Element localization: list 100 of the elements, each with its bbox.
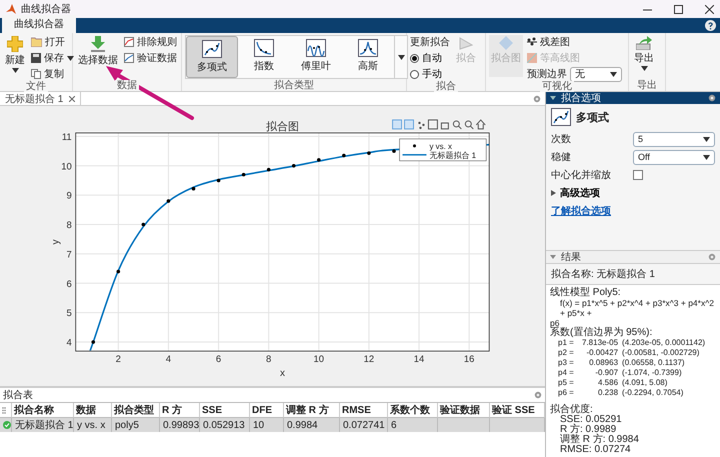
coefficient-value: 4.586 <box>597 378 618 388</box>
panel-title: 拟合表 <box>3 388 33 402</box>
home-icon[interactable] <box>476 119 486 130</box>
column-header[interactable]: 拟合类型 <box>112 403 160 418</box>
dropdown-field[interactable]: Off <box>633 150 715 164</box>
scatter-icon <box>527 37 537 47</box>
section-label: 拟合类型 <box>272 80 316 91</box>
collapse-icon[interactable] <box>550 255 556 259</box>
column-header[interactable]: 验证 SSE <box>490 403 545 418</box>
legend-label: y vs. x <box>429 142 452 151</box>
coefficient-value: -0.907 <box>594 368 618 378</box>
chart-icon <box>124 53 134 63</box>
axis-tick-label: 4 <box>66 338 72 348</box>
column-header[interactable]: 调整 R 方 <box>284 403 340 418</box>
settings-icon[interactable] <box>708 94 716 102</box>
residuals-button[interactable]: 残差图 <box>527 35 622 49</box>
prediction-bounds-label: 预测边界 <box>527 68 567 80</box>
column-header[interactable]: 拟合名称 <box>12 403 74 418</box>
fit-type-option[interactable]: 多项式 <box>186 36 238 78</box>
open-button[interactable]: 打开 <box>31 35 74 49</box>
coefficient-name: p3 = <box>558 358 575 368</box>
zoom-icon[interactable] <box>464 120 474 130</box>
field-label: 中心化并缩放 <box>551 168 612 182</box>
statistic-text: RMSE: 0.07274 <box>559 445 632 455</box>
column-header[interactable]: 数据 <box>74 403 112 418</box>
point <box>116 270 120 274</box>
axis-tick-label: 8 <box>66 220 72 232</box>
axis-tick-label: 14 <box>414 354 424 366</box>
panel-title: 结果 <box>561 250 581 264</box>
axis-label: y <box>50 240 62 244</box>
fit-type-option[interactable]: 指数 <box>238 36 290 78</box>
point <box>142 222 146 226</box>
save-button[interactable]: 保存 <box>31 51 74 65</box>
radio-button[interactable]: 自动 <box>410 51 450 65</box>
axis-label: x <box>280 368 285 380</box>
close-icon[interactable] <box>69 96 76 102</box>
axis-tick-label: 10 <box>314 354 324 366</box>
radio-button[interactable]: 手动 <box>410 67 450 81</box>
coefficient-name: p1 = <box>558 338 575 348</box>
validation-data-button[interactable]: 验证数据 <box>124 51 177 65</box>
close-icon[interactable] <box>705 4 714 14</box>
column-header[interactable]: DFE <box>250 403 284 418</box>
column-header[interactable]: 验证数据 <box>438 403 490 418</box>
zoom-icon[interactable] <box>452 120 462 130</box>
plus-icon <box>7 36 23 52</box>
coefficient-name: p5 = <box>558 378 575 388</box>
window-title: 曲线拟合器 <box>21 2 71 16</box>
column-header[interactable]: 系数个数 <box>388 403 438 418</box>
axis-tick-label: 10 <box>61 161 72 172</box>
point <box>242 172 246 176</box>
caret-icon <box>703 154 710 160</box>
formula-text: p6 <box>550 318 560 328</box>
table-cell: 无标题拟合 1 <box>12 418 74 432</box>
confidence-interval: (0.06558, 0.1137) <box>622 358 686 368</box>
exclusion-rules-button[interactable]: 排除规则 <box>124 35 177 49</box>
section-label: 文件 <box>24 81 48 92</box>
column-header[interactable]: RMSE <box>340 403 388 418</box>
caret-icon <box>67 56 74 60</box>
point <box>166 199 170 203</box>
table-cell: 10 <box>250 418 284 432</box>
copy-button[interactable]: 复制 <box>31 67 74 81</box>
new-button[interactable]: 新建 <box>3 35 27 74</box>
check-circle-icon <box>3 421 11 429</box>
coefficient-name: p2 = <box>558 348 575 358</box>
help-icon[interactable] <box>705 20 716 31</box>
point <box>317 158 321 162</box>
frame-icon[interactable] <box>428 119 438 130</box>
axis-tick-label: 8 <box>266 354 272 366</box>
checkbox[interactable] <box>633 170 643 180</box>
dropdown-field[interactable]: 5 <box>633 132 715 146</box>
caret-icon <box>398 54 404 60</box>
column-header[interactable]: SSE <box>200 403 250 418</box>
maximize-icon[interactable] <box>674 4 683 14</box>
table-cell: 0.99893 <box>160 418 200 432</box>
advanced-options-toggle[interactable]: 高级选项 <box>551 186 715 200</box>
export-button[interactable]: 导出 <box>632 35 656 72</box>
help-link[interactable]: 了解拟合选项 <box>551 204 715 218</box>
folder-icon <box>31 37 42 47</box>
point <box>342 154 346 158</box>
point <box>367 151 371 155</box>
axis-tick-label: 5 <box>66 308 72 320</box>
column-header[interactable]: R 方 <box>160 403 200 418</box>
results-text: 系数(置信边界为 95%): <box>550 328 654 338</box>
prediction-bounds-dropdown[interactable]: 无 <box>570 66 622 82</box>
axis-tick-label: 11 <box>62 132 72 143</box>
coefficient-value: 0.238 <box>597 388 618 398</box>
fit-type-option[interactable]: 高斯 <box>342 36 394 78</box>
fit-type-option[interactable]: 傅里叶 <box>290 36 342 78</box>
table-cell: 0.9984 <box>284 418 340 432</box>
table-cell: 0.052913 <box>200 418 250 432</box>
coefficient-value: -0.00427 <box>585 348 618 358</box>
point <box>292 164 296 168</box>
polynomial-chart-icon <box>202 40 222 58</box>
statistic-text: 调整 R 方: 0.9984 <box>559 435 640 445</box>
collapse-icon[interactable] <box>550 96 556 100</box>
select-data-button[interactable]: 选择数据 <box>76 35 120 68</box>
ribbon-tab[interactable]: 曲线拟合器 <box>2 15 76 33</box>
grip-icon[interactable] <box>2 406 6 414</box>
table-cell: poly5 <box>112 418 160 432</box>
statistic-text: SSE: 0.05291 <box>559 415 623 425</box>
